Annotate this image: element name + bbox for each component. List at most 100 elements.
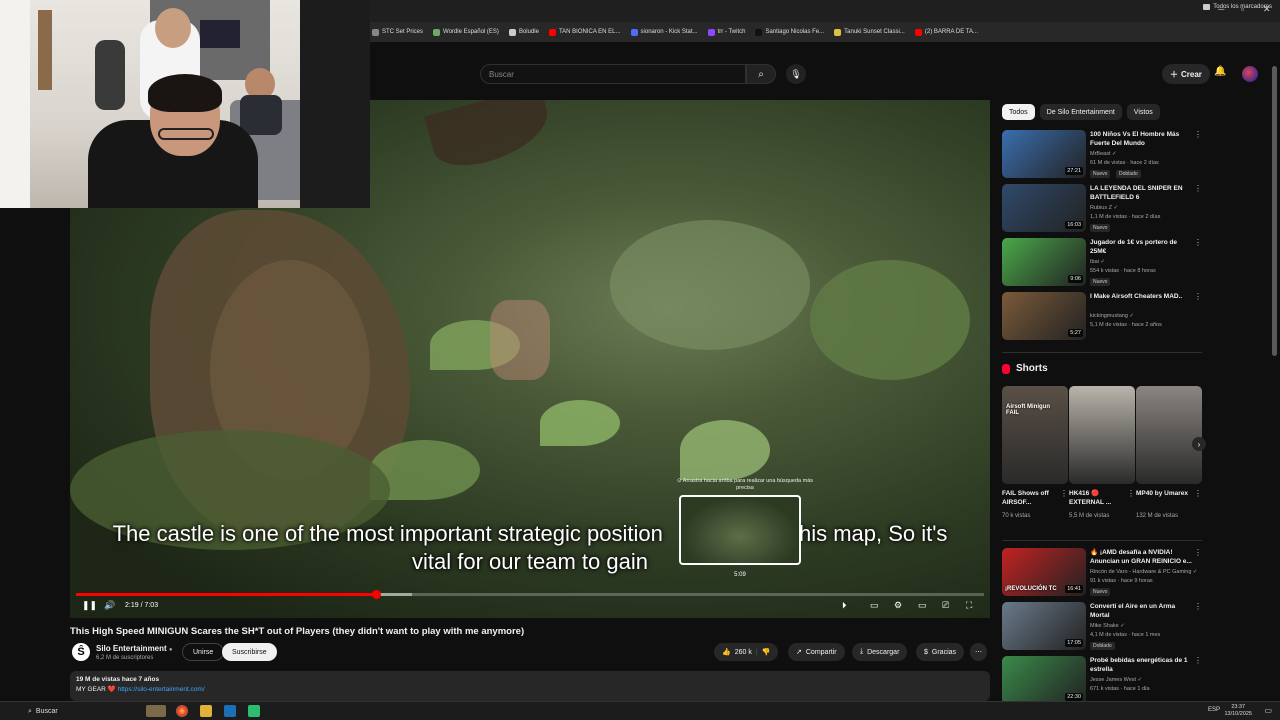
settings-gear-icon[interactable]: ⚙ — [894, 600, 902, 611]
bookmark-item[interactable]: STC Set Prices — [372, 28, 423, 36]
recommended-video[interactable]: 5:27 I Make Airsoft Cheaters MAD.. kicking… — [1002, 292, 1202, 342]
bookmark-item[interactable]: Santiago Nicolas Fe... — [755, 28, 824, 36]
short-title[interactable]: HK416 🔴 EXTERNAL ... — [1069, 489, 1129, 507]
recommended-video[interactable]: 22:30 Probé bebidas energéticas de 1 estr… — [1002, 656, 1202, 706]
video-thumbnail[interactable]: 17:05 — [1002, 602, 1086, 650]
notification-icon[interactable]: ▭ — [1264, 706, 1272, 715]
short-thumbnail[interactable] — [1069, 386, 1135, 484]
join-button[interactable]: Unirse — [182, 643, 225, 661]
more-actions-button[interactable]: ⋯ — [970, 643, 987, 661]
channel-name[interactable]: Silo Entertainment ● — [96, 644, 173, 653]
video-thumbnail[interactable]: 16:03 — [1002, 184, 1086, 232]
bookmark-item[interactable]: (2) BARRA DE TA... — [914, 28, 978, 36]
video-channel[interactable]: Jesse James West ✓ — [1090, 677, 1142, 683]
video-channel[interactable]: Mike Shake ✓ — [1090, 623, 1125, 629]
account-avatar[interactable] — [1242, 66, 1258, 82]
short-title[interactable]: MP40 by Umarex — [1136, 489, 1196, 498]
filter-chip[interactable]: Vistos — [1126, 104, 1160, 120]
more-vert-icon[interactable]: ⋮ — [1194, 489, 1202, 498]
thanks-button[interactable]: $ Gracias — [916, 643, 965, 661]
bookmark-item[interactable]: Wordle Español (ES) — [433, 28, 499, 36]
recommended-video[interactable]: 16:03 LA LEYENDA DEL SNIPER EN BATTLEFIEL… — [1002, 184, 1202, 234]
video-title[interactable]: Convertí el Aire en un Arma Mortal — [1090, 602, 1192, 620]
steam-icon[interactable] — [224, 705, 236, 717]
shorts-next-button[interactable]: › — [1192, 437, 1206, 451]
volume-icon[interactable]: 🔊 — [104, 600, 115, 611]
taskbar-widget-icon[interactable] — [146, 705, 166, 717]
bookmark-favicon-icon — [630, 28, 638, 36]
short-thumbnail[interactable]: Airsoft Minigun FAIL — [1002, 386, 1068, 484]
chrome-icon[interactable] — [176, 705, 188, 717]
filter-chip[interactable]: Todos — [1002, 104, 1035, 120]
video-title[interactable]: I Make Airsoft Cheaters MAD.. — [1090, 292, 1192, 301]
video-thumbnail[interactable]: ¡REVOLUCIÓN TC 16:41 — [1002, 548, 1086, 596]
bookmark-item[interactable]: sionaron - Kick Stat... — [630, 28, 698, 36]
create-button[interactable]: ＋ Crear — [1162, 64, 1210, 84]
spotify-icon[interactable] — [248, 705, 260, 717]
bookmark-item[interactable]: Boludle — [508, 28, 539, 36]
language-indicator[interactable]: ESP — [1208, 707, 1220, 713]
voice-search-button[interactable]: 🎙 — [786, 64, 806, 84]
like-button[interactable]: 👍 260 k | 👎 — [714, 643, 779, 661]
recommended-video[interactable]: ¡REVOLUCIÓN TC 16:41 🔥 ¡AMD desafía a NVID… — [1002, 548, 1202, 598]
more-vert-icon[interactable]: ⋮ — [1127, 489, 1135, 498]
more-vert-icon[interactable]: ⋮ — [1194, 292, 1202, 301]
page-scrollbar[interactable] — [1272, 66, 1277, 356]
subscribe-button[interactable]: Suscribirse — [222, 643, 277, 661]
fullscreen-icon[interactable]: ⛶ — [966, 600, 972, 611]
thanks-label: Gracias — [931, 648, 957, 656]
more-vert-icon[interactable]: ⋮ — [1194, 548, 1202, 557]
video-title[interactable]: Probé bebidas energéticas de 1 estrella — [1090, 656, 1192, 674]
taskbar-clock[interactable]: 23:37 13/10/2025 — [1224, 704, 1252, 718]
video-channel[interactable]: Rubius Z ✓ — [1090, 205, 1118, 211]
bookmark-item[interactable]: Tanuki Sunset Classi... — [834, 28, 905, 36]
progress-bar[interactable] — [76, 590, 984, 599]
autoplay-toggle-icon[interactable]: ⏵ — [842, 600, 847, 611]
video-thumbnail[interactable]: 5:27 — [1002, 292, 1086, 340]
bookmark-item[interactable]: trr - Twitch — [707, 28, 745, 36]
video-channel[interactable]: Ibai ✓ — [1090, 259, 1105, 265]
search-input[interactable]: Buscar — [480, 64, 746, 84]
description-link[interactable]: https://silo-entertainment.com/ — [118, 686, 205, 693]
taskbar-search[interactable]: ⌕ Buscar — [28, 705, 138, 718]
video-channel[interactable]: kickingmustang ✓ — [1090, 313, 1134, 319]
more-vert-icon[interactable]: ⋮ — [1194, 656, 1202, 665]
video-title[interactable]: 🔥 ¡AMD desafía a NVIDIA! Anuncian un GRA… — [1090, 548, 1192, 566]
more-vert-icon[interactable]: ⋮ — [1194, 238, 1202, 247]
all-bookmarks[interactable]: Todos los marcadores — [1203, 4, 1272, 10]
more-vert-icon[interactable]: ⋮ — [1060, 489, 1068, 498]
video-thumbnail[interactable]: 22:30 — [1002, 656, 1086, 704]
more-vert-icon[interactable]: ⋮ — [1194, 130, 1202, 139]
recommended-video[interactable]: 17:05 Convertí el Aire en un Arma Mortal M… — [1002, 602, 1202, 652]
more-vert-icon[interactable]: ⋮ — [1194, 602, 1202, 611]
bell-icon[interactable]: 🔔 — [1214, 66, 1226, 77]
pause-icon[interactable]: ❚❚ — [82, 600, 97, 611]
video-badge: Doblado — [1090, 642, 1115, 650]
share-button[interactable]: ↗ Compartir — [788, 643, 845, 661]
cast-icon[interactable]: ⎚ — [942, 600, 949, 611]
video-title[interactable]: 100 Niños Vs El Hombre Más Fuerte Del Mu… — [1090, 130, 1192, 148]
bookmark-item[interactable]: TAN BIONICA EN EL... — [548, 28, 621, 36]
download-button[interactable]: ⤓ Descargar — [852, 643, 908, 661]
filter-chip[interactable]: De Silo Entertainment — [1039, 104, 1122, 120]
recommended-video[interactable]: 9:06 Jugador de 1€ vs portero de 25M€ Ibai… — [1002, 238, 1202, 288]
captions-icon[interactable]: ▭ — [870, 600, 879, 611]
thanks-icon: $ — [924, 648, 928, 656]
plus-icon: ＋ — [1170, 69, 1178, 79]
short-thumbnail[interactable] — [1136, 386, 1202, 484]
video-channel[interactable]: Rincón de Varo - Hardware & PC Gaming ✓ — [1090, 569, 1198, 575]
short-title[interactable]: FAIL Shows off AIRSOF... — [1002, 489, 1062, 507]
video-thumbnail[interactable]: 9:06 — [1002, 238, 1086, 286]
video-title[interactable]: Jugador de 1€ vs portero de 25M€ — [1090, 238, 1192, 256]
description-box[interactable]: 19 M de vistas hace 7 años MY GEAR ❤️ ht… — [70, 671, 990, 701]
seek-preview-time: 5:09 — [734, 572, 746, 578]
search-button[interactable]: ⌕ — [746, 64, 776, 84]
video-channel[interactable]: MrBeast ✓ — [1090, 151, 1117, 157]
more-vert-icon[interactable]: ⋮ — [1194, 184, 1202, 193]
recommended-video[interactable]: 27:21 100 Niños Vs El Hombre Más Fuerte D… — [1002, 130, 1202, 180]
video-thumbnail[interactable]: 27:21 — [1002, 130, 1086, 178]
video-title[interactable]: LA LEYENDA DEL SNIPER EN BATTLEFIELD 6 — [1090, 184, 1192, 202]
theater-mode-icon[interactable]: ▭ — [918, 600, 927, 611]
file-explorer-icon[interactable] — [200, 705, 212, 717]
channel-avatar[interactable]: Ŝ — [72, 643, 90, 661]
